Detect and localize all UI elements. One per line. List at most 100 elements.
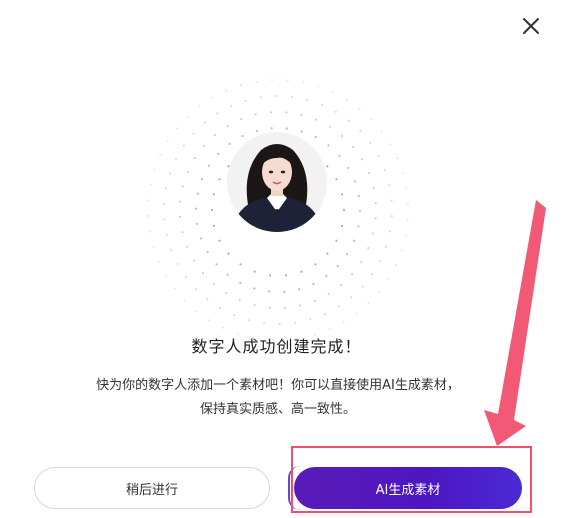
halo-dot (200, 178, 204, 181)
halo-dot (401, 172, 404, 175)
halo-dot (342, 208, 346, 212)
halo-dot (396, 157, 399, 160)
halo-dot (182, 144, 185, 147)
halo-dot (379, 260, 381, 262)
halo-dot (358, 107, 361, 110)
halo-dot (239, 281, 242, 284)
halo-dot (268, 274, 272, 277)
halo-dot (374, 217, 377, 220)
halo-dot (361, 285, 364, 288)
halo-dot (268, 290, 271, 293)
halo-dot (196, 222, 199, 225)
halo-dot (370, 118, 373, 121)
halo-dot (377, 155, 380, 158)
halo-dot (285, 111, 288, 114)
halo-dot (157, 260, 160, 263)
halo-dot (372, 232, 375, 235)
halo-dot (367, 247, 370, 250)
halo-dot (206, 298, 209, 301)
halo-dot (210, 208, 214, 212)
halo-dot (404, 234, 407, 237)
halo-dot (253, 287, 256, 290)
halo-dot (147, 215, 150, 217)
halo-dot (226, 273, 229, 276)
halo-dot (233, 314, 236, 317)
close-icon[interactable] (518, 13, 544, 39)
halo-dot (225, 89, 228, 92)
halo-dot (240, 118, 243, 121)
halo-dot (337, 305, 340, 308)
halo-dot (320, 103, 323, 106)
description-line-1: 快为你的数字人添加一个素材吧！你可以直接使用AI生成素材， (96, 378, 460, 393)
halo-dot (327, 292, 330, 295)
halo-dot (340, 193, 344, 196)
digital-human-avatar (227, 132, 327, 232)
halo-dot (312, 282, 315, 286)
halo-dot (270, 111, 273, 114)
halo-dot (369, 141, 372, 144)
halo-dot (347, 166, 350, 169)
halo-dot (284, 274, 288, 277)
halo-dot (208, 319, 211, 322)
halo-dot (194, 207, 198, 210)
halo-dot (286, 79, 289, 82)
halo-dot (271, 79, 273, 82)
halo-dot (372, 186, 375, 189)
halo-dot (340, 224, 344, 227)
halo-dot (216, 112, 219, 115)
halo-dot (175, 158, 177, 160)
halo-dot (183, 299, 186, 302)
halo-dot (300, 130, 303, 133)
halo-dot (345, 253, 349, 256)
halo-dot (192, 132, 195, 135)
halo-dot (227, 252, 230, 255)
halo-dot (355, 312, 358, 315)
halo-dot (358, 210, 362, 213)
halo-dot (218, 178, 221, 181)
halo-dot (212, 193, 216, 196)
halo-dot (219, 307, 222, 310)
halo-dot (241, 134, 244, 138)
halo-dot (179, 215, 182, 218)
halo-dot (175, 127, 178, 130)
halo-dot (176, 262, 179, 265)
halo-dot (378, 290, 381, 293)
halo-dot (328, 328, 331, 331)
halo-dot (206, 251, 209, 254)
halo-dot (359, 130, 362, 132)
halo-dot (325, 275, 328, 278)
halo-dot (196, 192, 199, 195)
halo-dot (211, 96, 214, 99)
halo-dot (314, 263, 317, 266)
halo-dot (184, 276, 187, 279)
halo-dot (371, 273, 374, 276)
halo-dot (255, 129, 258, 132)
halo-dot (326, 165, 329, 168)
halo-dot (259, 96, 262, 99)
halo-dot (290, 95, 293, 98)
halo-dot (400, 249, 403, 252)
halo-dot (388, 184, 391, 187)
halo-dot (170, 248, 173, 251)
digital-human-success-dialog: 数字人成功创建完成！ 快为你的数字人添加一个素材吧！你可以直接使用AI生成素材，… (0, 0, 573, 518)
halo-dot (253, 270, 256, 273)
halo-dot (198, 105, 201, 108)
halo-dot (225, 292, 228, 295)
halo-dot (275, 95, 278, 97)
dialog-title: 数字人成功创建完成！ (191, 337, 362, 356)
halo-dot (193, 259, 196, 262)
halo-dot (335, 239, 338, 242)
halo-dot (195, 310, 198, 313)
halo-dot (181, 185, 184, 188)
later-button[interactable]: 稍后进行 (34, 467, 270, 509)
halo-dot (169, 172, 171, 175)
halo-dot (203, 121, 206, 124)
halo-dot (186, 170, 189, 173)
halo-dot (163, 218, 166, 221)
halo-dot (217, 152, 220, 155)
halo-dot (254, 113, 257, 116)
halo-dot (244, 99, 247, 102)
halo-dot (299, 304, 302, 307)
halo-dot (360, 158, 363, 161)
halo-dot (159, 154, 162, 156)
